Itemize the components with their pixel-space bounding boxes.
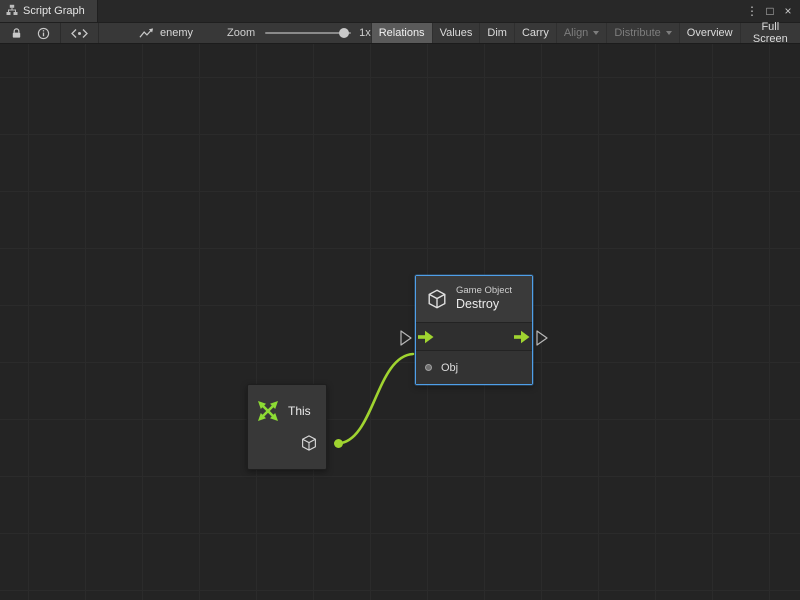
node-destroy-header[interactable]: Game Object Destroy	[416, 276, 532, 322]
toolbar-button-relations[interactable]: Relations	[371, 23, 432, 43]
node-destroy-flow-row	[416, 322, 532, 350]
node-title: Destroy	[456, 297, 512, 313]
titlebar: Script Graph ⋮ □ ×	[0, 0, 800, 22]
zoom-slider-thumb[interactable]	[339, 28, 349, 38]
node-destroy-obj-row: Obj	[416, 350, 532, 384]
toolbar-button-values[interactable]: Values	[432, 23, 480, 43]
toolbar-button-carry[interactable]: Carry	[514, 23, 556, 43]
dropdown-arrow-icon	[666, 31, 672, 35]
toolbar-button-fullscreen[interactable]: Full Screen	[740, 23, 800, 43]
toolbar: enemy Zoom 1x Relations Values Dim Carry…	[0, 22, 800, 44]
flow-out-arrow-icon[interactable]	[514, 330, 530, 344]
graph-window-icon	[6, 4, 18, 19]
flow-input-port-triangle[interactable]	[401, 331, 411, 345]
cube-icon	[426, 288, 448, 310]
toolbar-button-align-label: Align	[564, 27, 588, 39]
connection-edge[interactable]	[338, 354, 413, 444]
toolbar-divider	[60, 23, 61, 43]
toolbar-button-distribute-label: Distribute	[614, 27, 660, 39]
node-this-label: This	[288, 404, 311, 418]
toolbar-button-overview[interactable]: Overview	[679, 23, 740, 43]
zoom-slider[interactable]	[265, 27, 351, 39]
window-close-button[interactable]: ×	[780, 1, 796, 21]
edge-overlay	[0, 44, 800, 600]
cube-icon	[300, 434, 318, 452]
breadcrumb-graph-name[interactable]: enemy	[139, 27, 193, 39]
flow-in-arrow-icon[interactable]	[418, 330, 434, 344]
zigzag-arrow-icon	[139, 27, 154, 39]
toolbar-button-distribute: Distribute	[606, 23, 678, 43]
flow-output-port-triangle[interactable]	[537, 331, 547, 345]
code-icon[interactable]	[67, 23, 92, 43]
dropdown-arrow-icon	[593, 31, 599, 35]
window-menu-button[interactable]: ⋮	[744, 1, 760, 21]
node-destroy-titles: Game Object Destroy	[456, 285, 512, 313]
lock-icon[interactable]	[6, 23, 27, 43]
node-this[interactable]: This	[247, 384, 327, 470]
obj-input-port[interactable]	[425, 364, 432, 371]
toolbar-divider	[98, 23, 99, 43]
info-icon[interactable]	[33, 23, 54, 43]
graph-name-label: enemy	[160, 27, 193, 39]
toolbar-button-align: Align	[556, 23, 606, 43]
toolbar-button-dim[interactable]: Dim	[479, 23, 514, 43]
zoom-value: 1x	[359, 27, 371, 39]
zoom-label: Zoom	[227, 27, 255, 39]
self-move-arrows-icon	[255, 398, 281, 424]
graph-canvas[interactable]: This Game Object Destroy	[0, 44, 800, 600]
window-maximize-button[interactable]: □	[762, 1, 778, 21]
node-destroy[interactable]: Game Object Destroy Obj	[415, 275, 533, 385]
tab-title: Script Graph	[23, 5, 85, 17]
node-category: Game Object	[456, 285, 512, 297]
script-graph-window: Script Graph ⋮ □ ×	[0, 0, 800, 600]
this-output-port[interactable]	[334, 439, 343, 448]
window-controls: ⋮ □ ×	[744, 0, 800, 22]
obj-input-label: Obj	[441, 362, 458, 374]
tab-script-graph[interactable]: Script Graph	[0, 0, 98, 22]
toolbar-buttons: Relations Values Dim Carry Align Distrib…	[371, 23, 800, 43]
